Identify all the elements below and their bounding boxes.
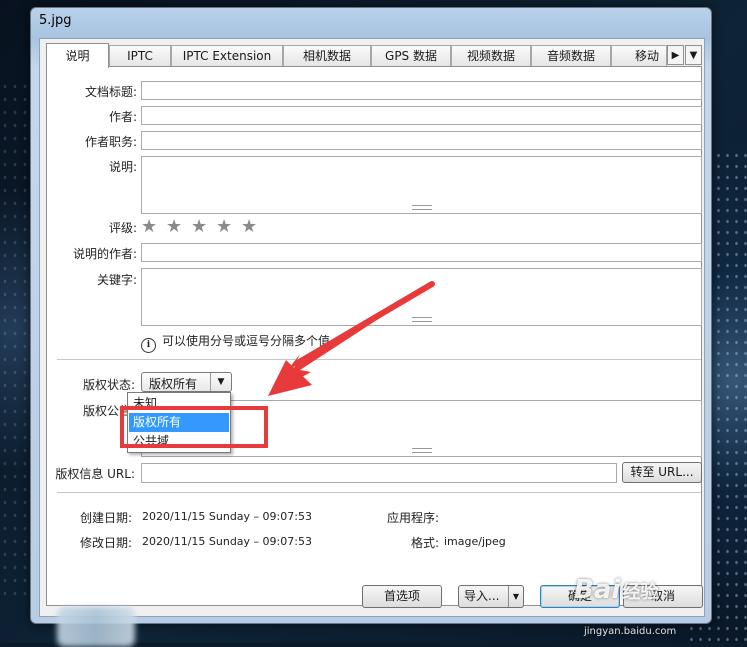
annotation-arrow xyxy=(268,281,435,396)
watermark-logo: Bai 经验 xyxy=(574,575,658,605)
watermark-brand-suffix: 经验 xyxy=(622,582,659,603)
arrow-shaft xyxy=(293,281,435,367)
watermark-brand: Bai xyxy=(574,575,621,605)
watermark-url: jingyan.baidu.com xyxy=(584,626,677,637)
